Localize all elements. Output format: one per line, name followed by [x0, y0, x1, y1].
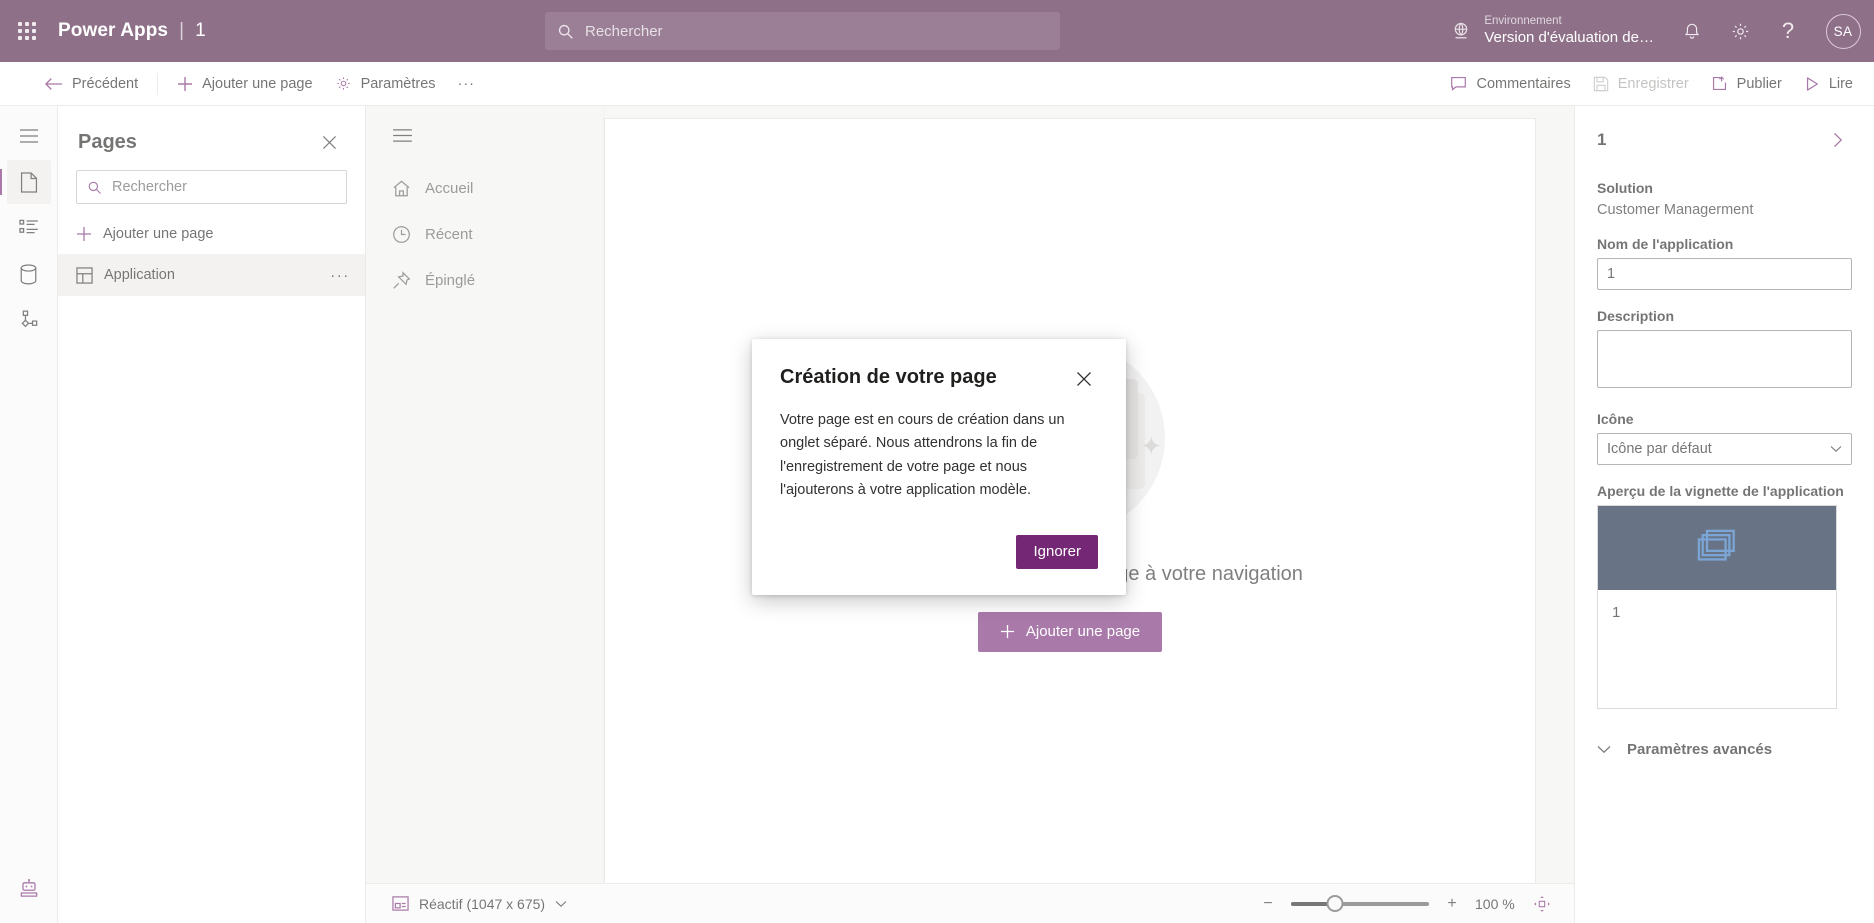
power-apps-designer: Power Apps | 1 Rechercher Environnement … — [0, 0, 1874, 923]
page-creation-dialog: Création de votre page Votre page est en… — [752, 339, 1126, 595]
dialog-header: Création de votre page — [780, 365, 1098, 393]
dialog-title: Création de votre page — [780, 366, 997, 388]
dialog-dismiss-button[interactable]: Ignorer — [1016, 534, 1098, 569]
close-icon[interactable] — [1070, 365, 1098, 393]
dialog-body-text: Votre page est en cours de création dans… — [780, 412, 1065, 499]
dialog-actions: Ignorer — [780, 534, 1098, 569]
